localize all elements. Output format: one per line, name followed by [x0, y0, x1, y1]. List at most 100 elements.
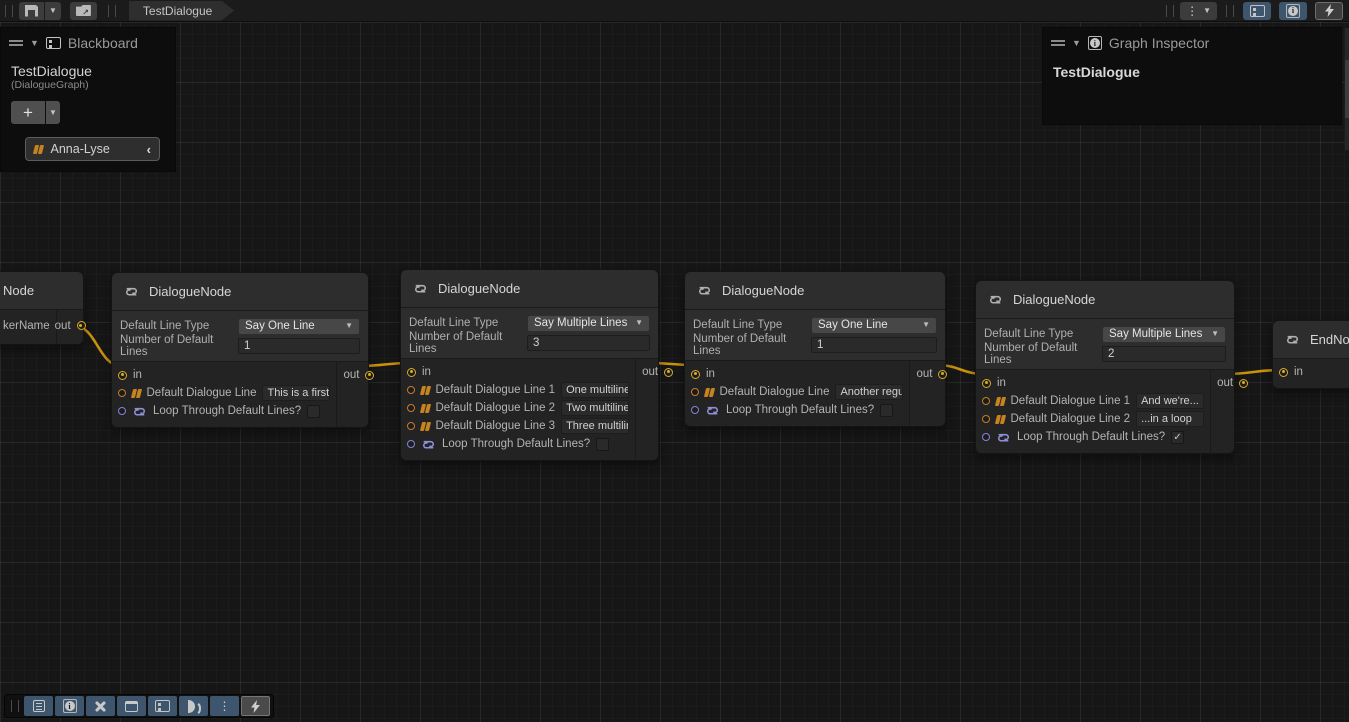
loop-checkbox[interactable] [307, 405, 320, 418]
node-title-bar[interactable]: DialogueNode [401, 270, 658, 307]
chevron-down-icon: ▼ [49, 7, 57, 15]
string-field[interactable]: This is a first [262, 385, 330, 401]
bool-port[interactable] [407, 440, 415, 448]
minimap-panel-button[interactable] [179, 696, 208, 716]
data-port[interactable] [1239, 379, 1248, 388]
string-field[interactable]: Three multilin [561, 418, 629, 434]
string-port[interactable] [691, 388, 699, 396]
graph-tab[interactable]: TestDialogue [129, 1, 234, 21]
parameter-label: Default Line Type [693, 319, 811, 331]
chevron-left-icon[interactable]: ‹ [147, 142, 151, 157]
node-endnode[interactable]: EndNode in [1272, 320, 1349, 389]
data-port[interactable] [365, 371, 374, 380]
console-panel-button[interactable] [24, 696, 53, 716]
drag-handle-icon[interactable] [9, 40, 23, 46]
node-dialoguenode[interactable]: DialogueNodeDefault Line TypeSay Multipl… [975, 280, 1235, 454]
node-node[interactable]: NodekerNameout [0, 271, 84, 345]
string-field[interactable]: And we're... [1136, 393, 1204, 409]
inspector-toggle-button[interactable]: i [1279, 2, 1307, 20]
node-dialoguenode[interactable]: DialogueNode Default Line TypeSay One Lin… [684, 271, 946, 427]
node-parameters: Default Line TypeSay One Line▼Number of … [112, 310, 368, 361]
preview-toggle-button[interactable] [1315, 2, 1343, 20]
port-label: Default Dialogue Line 1 [436, 384, 556, 396]
node-title-bar[interactable]: DialogueNode [685, 272, 945, 309]
string-port[interactable] [407, 422, 415, 430]
string-port[interactable] [407, 404, 415, 412]
port-label: in [1294, 366, 1303, 378]
node-title-bar[interactable]: Node [0, 272, 83, 309]
string-field[interactable]: One multiline [561, 382, 629, 398]
loop-checkbox[interactable]: ✓ [1171, 431, 1184, 444]
blackboard-variable-row[interactable]: Anna-Lyse ‹ [25, 137, 160, 161]
node-ports: inDefault Dialogue Line 1One multilineDe… [401, 358, 658, 460]
field-value: Another regul [840, 386, 903, 398]
port-label: Loop Through Default Lines? [153, 405, 301, 417]
string-field[interactable]: Another regul [835, 384, 903, 400]
graph-inspector-header[interactable]: ▼ i Graph Inspector [1043, 28, 1341, 55]
string-port[interactable] [982, 415, 990, 423]
dialogue-node-icon [124, 285, 139, 298]
scrollbar[interactable] [1345, 28, 1349, 150]
tools-panel-button[interactable] [86, 696, 115, 716]
number-field[interactable]: 1 [811, 337, 937, 353]
string-port[interactable] [407, 386, 415, 394]
data-port[interactable] [407, 368, 416, 377]
collapse-triangle-icon[interactable]: ▼ [1072, 38, 1081, 48]
chevron-down-icon: ▼ [345, 322, 353, 330]
drag-handle-icon[interactable] [1051, 40, 1065, 46]
data-port[interactable] [77, 321, 86, 330]
data-port[interactable] [664, 368, 673, 377]
data-port[interactable] [938, 370, 947, 379]
node-title-bar[interactable]: DialogueNode [976, 281, 1234, 318]
blackboard-header[interactable]: ▼ Blackboard [1, 28, 175, 55]
add-variable-options-button[interactable]: ▼ [46, 101, 60, 124]
quote-icon [996, 397, 1005, 406]
node-dialoguenode[interactable]: DialogueNodeDefault Line TypeSay Multipl… [400, 269, 659, 461]
string-field[interactable]: ...in a loop [1136, 411, 1204, 427]
data-port[interactable] [691, 370, 700, 379]
collapse-triangle-icon[interactable]: ▼ [30, 38, 39, 48]
loop-checkbox[interactable] [880, 404, 893, 417]
number-field[interactable]: 2 [1102, 346, 1226, 362]
number-field[interactable]: 1 [238, 338, 360, 354]
kebab-menu-icon: ⋮ [219, 700, 231, 712]
blackboard-panel-button[interactable] [148, 696, 177, 716]
bolt-toggle-icon [1325, 4, 1334, 17]
data-port[interactable] [118, 371, 127, 380]
toolbar-drag-handle[interactable] [11, 700, 19, 712]
window-panel-button[interactable] [117, 696, 146, 716]
open-asset-button[interactable] [70, 2, 97, 20]
enum-dropdown[interactable]: Say Multiple Lines▼ [527, 315, 650, 332]
bool-port[interactable] [118, 407, 126, 415]
enum-dropdown[interactable]: Say One Line▼ [238, 318, 360, 335]
save-button[interactable] [19, 2, 44, 20]
bool-port[interactable] [691, 406, 699, 414]
more-options-button[interactable]: ⋮ [210, 696, 239, 716]
output-ports: out [635, 359, 681, 460]
field-value: 3 [533, 337, 539, 349]
number-field[interactable]: 3 [527, 335, 650, 351]
node-dialoguenode[interactable]: DialogueNodeDefault Line TypeSay One Lin… [111, 272, 369, 428]
port-label: Default Dialogue Line 1 [1011, 395, 1131, 407]
field-value: 1 [817, 339, 823, 351]
blackboard-toggle-button[interactable] [1243, 2, 1271, 20]
options-menu-button[interactable]: ⋮ ▼ [1180, 2, 1217, 20]
port-label: Loop Through Default Lines? [442, 438, 590, 450]
save-options-button[interactable]: ▼ [45, 2, 61, 20]
data-port[interactable] [1279, 368, 1288, 377]
string-port[interactable] [982, 397, 990, 405]
bool-port[interactable] [982, 433, 990, 441]
preview-panel-button[interactable] [241, 696, 270, 716]
loop-checkbox[interactable] [596, 438, 609, 451]
toolbar-separator [1166, 5, 1174, 17]
string-port[interactable] [118, 389, 126, 397]
enum-dropdown[interactable]: Say Multiple Lines▼ [1102, 326, 1226, 343]
node-title-bar[interactable]: EndNode [1273, 321, 1349, 358]
enum-dropdown[interactable]: Say One Line▼ [811, 317, 937, 334]
inspector-panel-button[interactable]: i [55, 696, 84, 716]
toolbar-drag-handle[interactable] [5, 5, 13, 17]
string-field[interactable]: Two multiline [561, 400, 629, 416]
data-port[interactable] [982, 379, 991, 388]
node-title-bar[interactable]: DialogueNode [112, 273, 368, 310]
add-variable-button[interactable]: + [11, 101, 45, 124]
